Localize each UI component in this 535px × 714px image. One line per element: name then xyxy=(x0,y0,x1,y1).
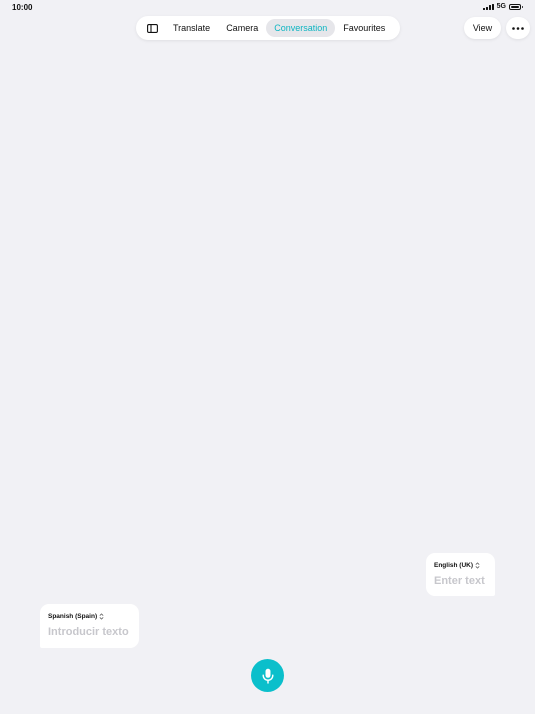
ellipsis-icon xyxy=(512,26,524,30)
network-label: 5G xyxy=(496,3,506,10)
spanish-text-input[interactable] xyxy=(48,626,131,638)
tab-translate[interactable]: Translate xyxy=(165,19,218,37)
mode-tab-bar: Translate Camera Conversation Favourites xyxy=(136,16,400,40)
battery-icon xyxy=(509,3,523,10)
more-button[interactable] xyxy=(506,17,530,39)
english-text-input[interactable] xyxy=(434,575,487,587)
english-input-bubble: English (UK) xyxy=(426,553,495,596)
sidebar-toggle-button[interactable] xyxy=(141,19,163,37)
tab-conversation[interactable]: Conversation xyxy=(266,19,336,37)
chevron-up-down-icon xyxy=(99,613,104,620)
status-indicators: 5G xyxy=(482,3,523,10)
tab-camera[interactable]: Camera xyxy=(218,19,266,37)
spanish-language-selector[interactable]: Spanish (Spain) xyxy=(48,613,131,620)
english-language-label: English (UK) xyxy=(434,562,473,569)
chevron-up-down-icon xyxy=(475,562,480,569)
english-language-selector[interactable]: English (UK) xyxy=(434,562,487,569)
spanish-input-bubble: Spanish (Spain) xyxy=(40,604,139,648)
signal-icon xyxy=(482,3,494,10)
sidebar-icon xyxy=(146,23,158,33)
status-time: 10:00 xyxy=(12,3,33,12)
tab-favourites[interactable]: Favourites xyxy=(335,19,393,37)
view-button[interactable]: View xyxy=(464,17,501,39)
microphone-icon xyxy=(262,668,273,684)
spanish-language-label: Spanish (Spain) xyxy=(48,613,98,620)
status-bar: 10:00 5G xyxy=(0,0,535,16)
microphone-button[interactable] xyxy=(251,659,284,692)
